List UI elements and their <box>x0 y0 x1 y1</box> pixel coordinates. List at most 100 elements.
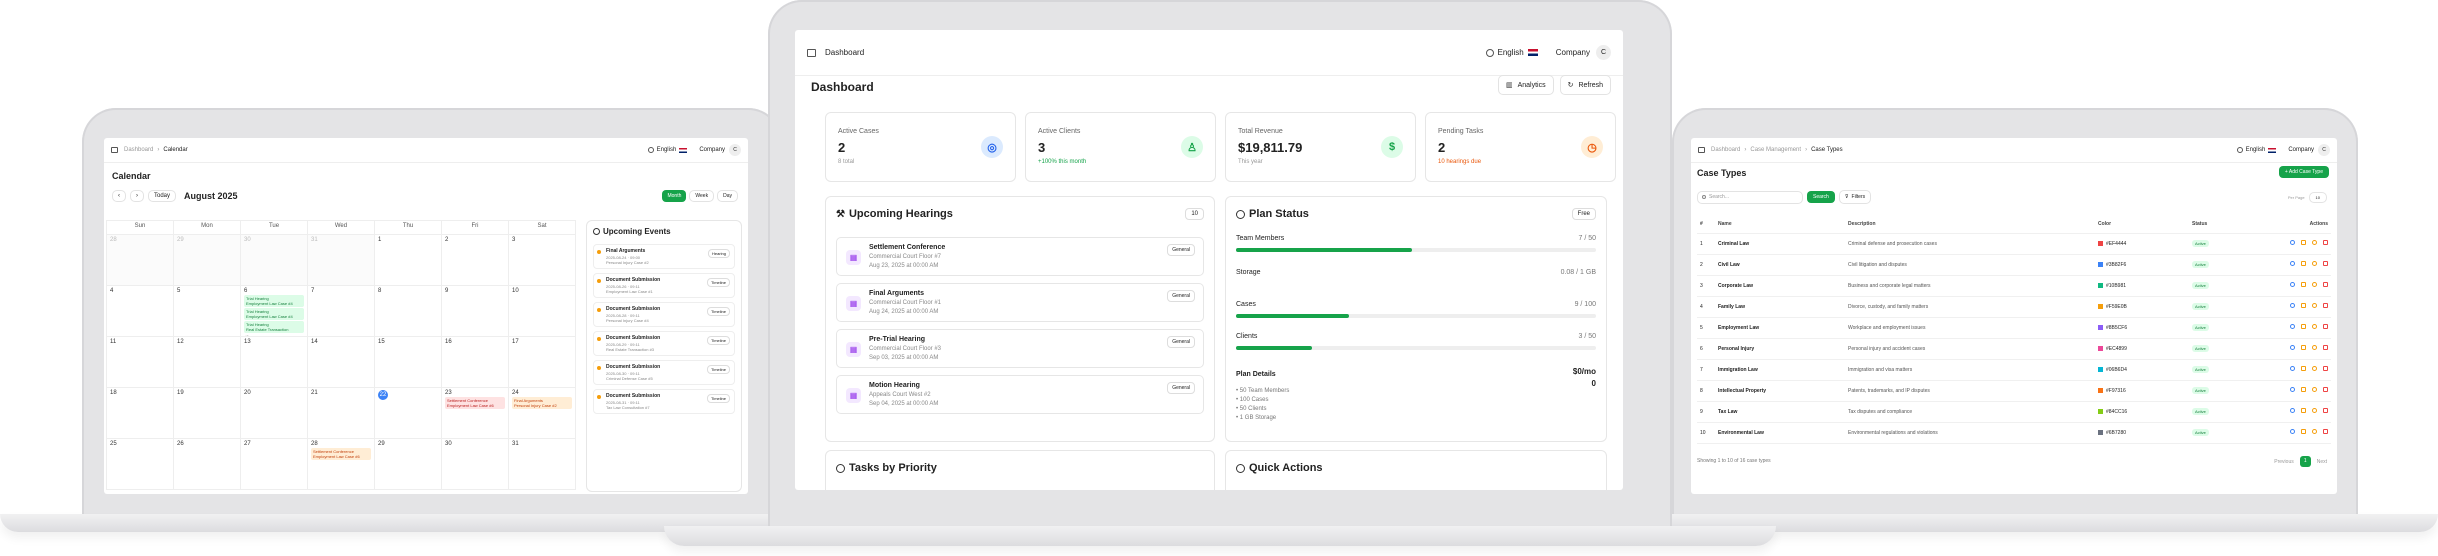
toggle-icon[interactable] <box>2312 261 2317 266</box>
view-icon[interactable] <box>2290 282 2295 287</box>
hearing-item[interactable]: ▦ Pre-Trial Hearing Commercial Court Floor… <box>836 329 1204 368</box>
calendar-day[interactable]: 1 <box>375 235 442 286</box>
calendar-event[interactable]: Trial Hearing Employment Law Case #4 <box>244 295 304 307</box>
month-view-button[interactable]: Month <box>662 190 687 202</box>
table-row[interactable]: 4 Family Law Divorce, custody, and family … <box>1697 296 2331 318</box>
prev-month-button[interactable]: ‹ <box>112 190 126 202</box>
edit-icon[interactable] <box>2301 345 2306 350</box>
toggle-icon[interactable] <box>2312 429 2317 434</box>
next-month-button[interactable]: › <box>130 190 144 202</box>
previous-page-button[interactable]: Previous <box>2274 459 2293 465</box>
calendar-day[interactable]: 21 <box>308 388 375 439</box>
breadcrumb-dashboard[interactable]: Dashboard <box>124 147 153 153</box>
table-row[interactable]: 5 Employment Law Workplace and employment … <box>1697 317 2331 339</box>
breadcrumb-dashboard[interactable]: Dashboard <box>1711 147 1740 153</box>
calendar-event[interactable]: Trial Hearing Employment Law Case #4 <box>244 308 304 320</box>
view-icon[interactable] <box>2290 366 2295 371</box>
case-type-name[interactable]: Intellectual Property <box>1715 380 1845 402</box>
upcoming-event-item[interactable]: Document Submission 2025-08-31 · 09:11 Tax… <box>593 389 735 414</box>
edit-icon[interactable] <box>2301 387 2306 392</box>
company-label[interactable]: Company <box>2288 147 2314 153</box>
case-type-name[interactable]: Personal Injury <box>1715 338 1845 360</box>
hearing-item[interactable]: ▦ Final Arguments Commercial Court Floor #… <box>836 283 1204 322</box>
upcoming-event-item[interactable]: Document Submission 2025-08-30 · 09:11 Cri… <box>593 360 735 385</box>
edit-icon[interactable] <box>2301 303 2306 308</box>
upcoming-event-item[interactable]: Final Arguments 2025-08-24 · 09:00 Persona… <box>593 244 735 269</box>
calendar-day[interactable]: 18 <box>107 388 174 439</box>
toggle-icon[interactable] <box>2312 282 2317 287</box>
case-type-name[interactable]: Civil Law <box>1715 254 1845 276</box>
today-button[interactable]: Today <box>148 190 177 202</box>
col-description[interactable]: Description <box>1845 216 2095 234</box>
case-type-name[interactable]: Corporate Law <box>1715 275 1845 297</box>
search-input[interactable]: Search... <box>1697 190 1803 204</box>
calendar-event[interactable]: Trial Hearing Real Estate Transaction <box>244 321 304 333</box>
calendar-day[interactable]: 15 <box>375 337 442 388</box>
calendar-event[interactable]: Final Arguments Personal Injury Case #2 <box>512 397 572 409</box>
calendar-day[interactable]: 3 <box>509 235 576 286</box>
upcoming-event-item[interactable]: Document Submission 2025-08-28 · 09:11 Per… <box>593 302 735 327</box>
language-selector[interactable]: English <box>657 147 677 153</box>
calendar-day[interactable]: 10 <box>509 286 576 337</box>
calendar-day[interactable]: 16 <box>442 337 509 388</box>
case-type-name[interactable]: Criminal Law <box>1715 233 1845 255</box>
view-icon[interactable] <box>2290 324 2295 329</box>
delete-icon[interactable] <box>2323 324 2328 329</box>
edit-icon[interactable] <box>2301 261 2306 266</box>
delete-icon[interactable] <box>2323 261 2328 266</box>
calendar-day[interactable]: 19 <box>174 388 241 439</box>
language-selector[interactable]: English <box>1498 48 1524 57</box>
delete-icon[interactable] <box>2323 366 2328 371</box>
filters-button[interactable]: ⊽ Filters <box>1838 190 1872 204</box>
case-type-name[interactable]: Family Law <box>1715 296 1845 318</box>
calendar-day[interactable]: 20 <box>241 388 308 439</box>
calendar-day[interactable]: 23 Settlement Conference Employment Law Ca… <box>442 388 509 439</box>
calendar-day[interactable]: 6 Trial Hearing Employment Law Case #4 Tria… <box>241 286 308 337</box>
edit-icon[interactable] <box>2301 324 2306 329</box>
table-row[interactable]: 10 Environmental Law Environmental regulat… <box>1697 422 2331 444</box>
edit-icon[interactable] <box>2301 282 2306 287</box>
table-row[interactable]: 6 Personal Injury Personal injury and acci… <box>1697 338 2331 360</box>
calendar-day[interactable]: 25 <box>107 439 174 490</box>
sidebar-toggle-icon[interactable] <box>111 147 118 153</box>
calendar-day[interactable]: 7 <box>308 286 375 337</box>
calendar-day[interactable]: 12 <box>174 337 241 388</box>
breadcrumb-case-management[interactable]: Case Management <box>1750 147 1801 153</box>
col-name[interactable]: Name <box>1715 216 1845 234</box>
refresh-button[interactable]: ↻ Refresh <box>1559 75 1611 95</box>
calendar-day[interactable]: 14 <box>308 337 375 388</box>
table-row[interactable]: 2 Civil Law Civil litigation and disputes #… <box>1697 254 2331 276</box>
upcoming-event-item[interactable]: Document Submission 2025-08-29 · 09:11 Rea… <box>593 331 735 356</box>
table-row[interactable]: 1 Criminal Law Criminal defense and prosec… <box>1697 233 2331 255</box>
table-row[interactable]: 7 Immigration Law Immigration and visa mat… <box>1697 359 2331 381</box>
edit-icon[interactable] <box>2301 240 2306 245</box>
avatar[interactable]: C <box>2318 144 2330 156</box>
calendar-day[interactable]: 4 <box>107 286 174 337</box>
toggle-icon[interactable] <box>2312 408 2317 413</box>
calendar-day[interactable]: 13 <box>241 337 308 388</box>
view-icon[interactable] <box>2290 429 2295 434</box>
view-icon[interactable] <box>2290 303 2295 308</box>
hearing-item[interactable]: ▦ Motion Hearing Appeals Court West #2 Sep … <box>836 375 1204 414</box>
calendar-event[interactable]: Settlement Conference Employment Law Case… <box>311 448 371 460</box>
view-icon[interactable] <box>2290 240 2295 245</box>
table-row[interactable]: 8 Intellectual Property Patents, trademark… <box>1697 380 2331 402</box>
delete-icon[interactable] <box>2323 282 2328 287</box>
edit-icon[interactable] <box>2301 408 2306 413</box>
calendar-day[interactable]: 31 <box>308 235 375 286</box>
add-case-type-button[interactable]: + Add Case Type <box>2278 166 2329 178</box>
toggle-icon[interactable] <box>2312 366 2317 371</box>
calendar-day[interactable]: 22 <box>375 388 442 439</box>
toggle-icon[interactable] <box>2312 387 2317 392</box>
case-type-name[interactable]: Tax Law <box>1715 401 1845 423</box>
calendar-day[interactable]: 26 <box>174 439 241 490</box>
upcoming-event-item[interactable]: Document Submission 2025-08-26 · 09:11 Emp… <box>593 273 735 298</box>
toggle-icon[interactable] <box>2312 324 2317 329</box>
per-page-select[interactable]: 10 <box>2308 192 2327 203</box>
calendar-day[interactable]: 29 <box>174 235 241 286</box>
view-icon[interactable] <box>2290 345 2295 350</box>
view-icon[interactable] <box>2290 408 2295 413</box>
toggle-icon[interactable] <box>2312 303 2317 308</box>
toggle-icon[interactable] <box>2312 240 2317 245</box>
case-type-name[interactable]: Environmental Law <box>1715 422 1845 444</box>
